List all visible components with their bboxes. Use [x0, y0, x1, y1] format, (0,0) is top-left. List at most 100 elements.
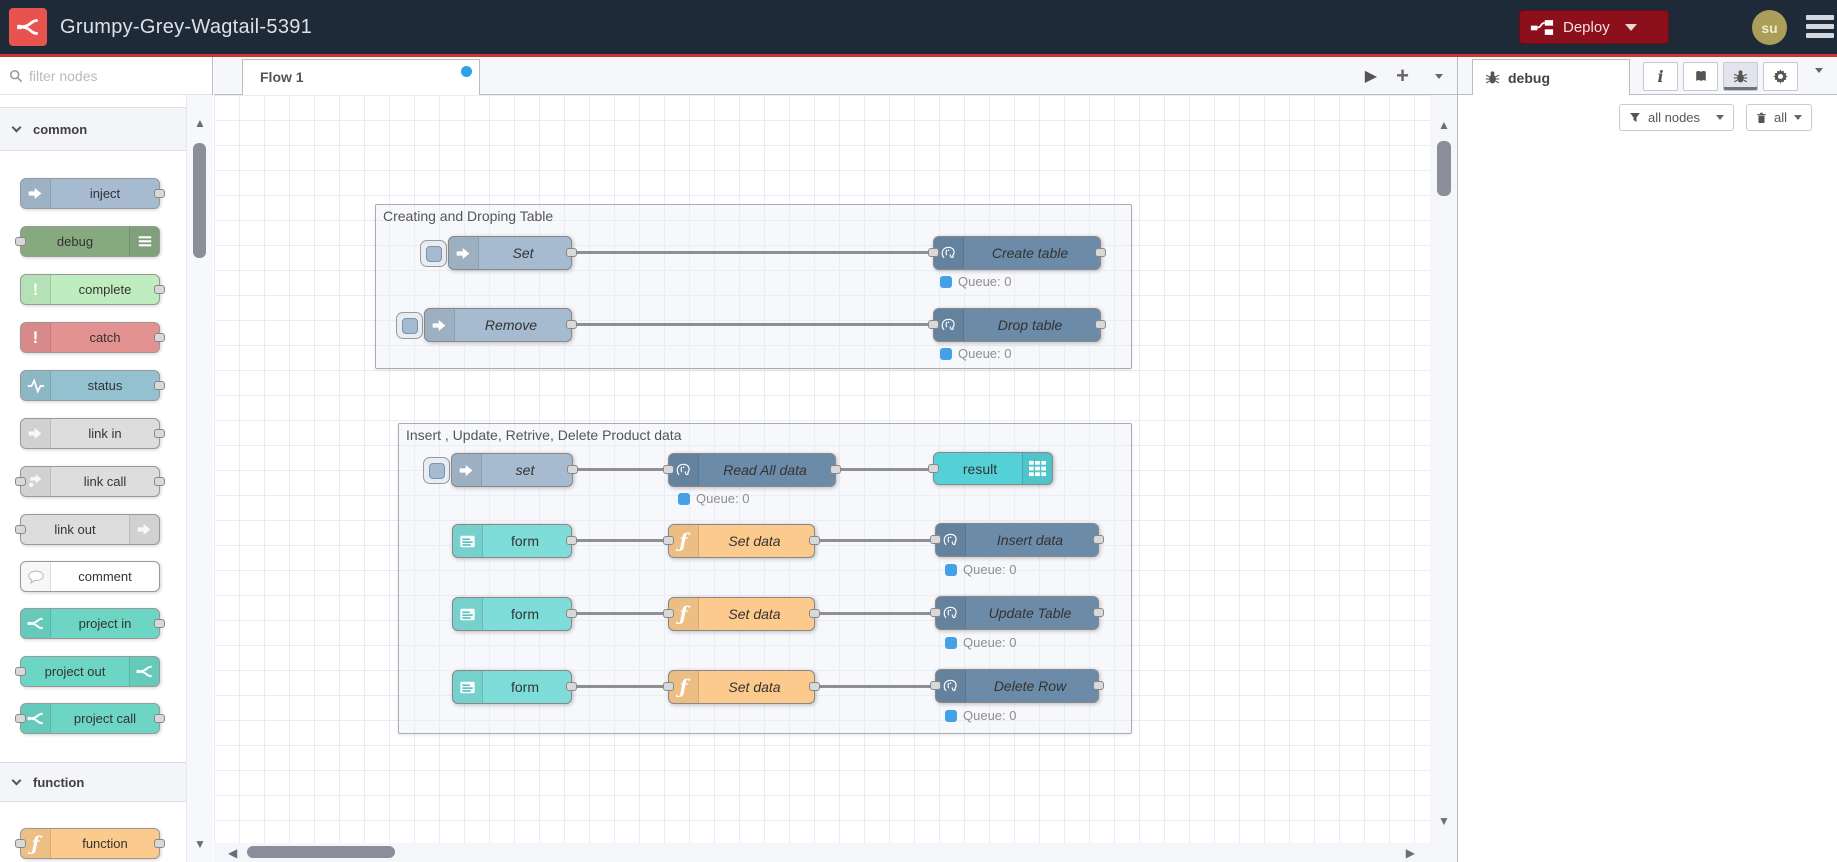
node-set-data-1[interactable]: ƒ Set data: [663, 524, 820, 558]
user-avatar[interactable]: su: [1752, 10, 1787, 45]
output-port[interactable]: [154, 838, 165, 848]
output-port[interactable]: [154, 284, 165, 294]
palette-item-comment[interactable]: comment: [20, 561, 160, 592]
debug-tab-button[interactable]: [1723, 62, 1758, 91]
scroll-right-icon[interactable]: ▶: [1406, 847, 1415, 859]
palette-item-complete[interactable]: ! complete: [20, 274, 165, 305]
output-port[interactable]: [566, 248, 577, 257]
palette-item-function[interactable]: ƒ function: [15, 828, 165, 859]
input-port[interactable]: [928, 320, 939, 329]
palette-scrollbar[interactable]: ▲ ▼: [186, 95, 213, 862]
next-tab-button[interactable]: ▶: [1365, 57, 1377, 95]
palette-category-common[interactable]: common: [0, 107, 186, 151]
scroll-thumb[interactable]: [1437, 141, 1451, 196]
node-form-3[interactable]: form: [452, 670, 577, 704]
node-update-table[interactable]: Update Table: [930, 596, 1104, 630]
input-port[interactable]: [930, 608, 941, 617]
deploy-button[interactable]: Deploy: [1519, 10, 1669, 44]
output-port[interactable]: [830, 465, 841, 474]
node-set-data-3[interactable]: ƒ Set data: [663, 670, 820, 704]
palette-item-link-out[interactable]: link out: [15, 514, 160, 545]
input-port[interactable]: [15, 666, 26, 676]
input-port[interactable]: [15, 524, 26, 534]
output-port[interactable]: [809, 536, 820, 545]
output-port[interactable]: [566, 682, 577, 691]
input-port[interactable]: [663, 536, 674, 545]
node-inject-remove[interactable]: Remove: [424, 308, 577, 342]
output-port[interactable]: [566, 320, 577, 329]
wire[interactable]: [576, 251, 934, 254]
canvas-horizontal-scrollbar[interactable]: ◀ ▶: [214, 843, 1457, 862]
scroll-up-icon[interactable]: ▲: [1438, 119, 1450, 131]
flow-list-chevron-icon[interactable]: [1435, 57, 1443, 95]
scroll-left-icon[interactable]: ◀: [228, 847, 237, 859]
wire[interactable]: [815, 539, 937, 542]
output-port[interactable]: [154, 380, 165, 390]
input-port[interactable]: [928, 248, 939, 257]
output-port[interactable]: [566, 609, 577, 618]
debug-clear-button[interactable]: all: [1746, 104, 1812, 131]
output-port[interactable]: [1093, 681, 1104, 690]
palette-item-project-in[interactable]: project in: [20, 608, 165, 639]
input-port[interactable]: [15, 838, 26, 848]
input-port[interactable]: [663, 609, 674, 618]
output-port[interactable]: [154, 713, 165, 723]
input-port[interactable]: [663, 465, 674, 474]
wire[interactable]: [815, 685, 937, 688]
output-port[interactable]: [1093, 608, 1104, 617]
output-port[interactable]: [154, 428, 165, 438]
output-port[interactable]: [809, 609, 820, 618]
node-result-table[interactable]: result: [928, 452, 1053, 485]
palette-category-function[interactable]: function: [0, 762, 186, 802]
inject-button[interactable]: [423, 457, 450, 484]
palette-scroll-thumb[interactable]: [193, 143, 206, 258]
sidebar-tab-debug[interactable]: debug: [1472, 59, 1630, 95]
flow-grid[interactable]: Creating and Droping Table Insert , Upda…: [214, 95, 1457, 862]
input-port[interactable]: [928, 463, 939, 473]
wire[interactable]: [815, 612, 937, 615]
input-port[interactable]: [930, 681, 941, 690]
output-port[interactable]: [154, 476, 165, 486]
node-read-all-data[interactable]: Read All data: [663, 453, 841, 487]
node-create-table[interactable]: Create table: [928, 236, 1106, 270]
scroll-thumb[interactable]: [247, 846, 395, 858]
group-create-drop-table[interactable]: Creating and Droping Table: [375, 204, 1132, 369]
node-drop-table[interactable]: Drop table: [928, 308, 1106, 342]
input-port[interactable]: [15, 236, 26, 246]
help-tab-button[interactable]: [1683, 62, 1718, 91]
wire[interactable]: [572, 612, 670, 615]
node-delete-row[interactable]: Delete Row: [930, 669, 1104, 703]
sidebar-options-chevron-icon[interactable]: [1815, 68, 1823, 91]
deploy-options-chevron-icon[interactable]: [1624, 23, 1637, 31]
node-set-data-2[interactable]: ƒ Set data: [663, 597, 820, 631]
palette-item-inject[interactable]: inject: [20, 178, 165, 209]
canvas-vertical-scrollbar[interactable]: ▲ ▼: [1430, 95, 1457, 843]
palette-item-link-in[interactable]: link in: [20, 418, 165, 449]
add-flow-button[interactable]: +: [1396, 57, 1409, 95]
node-form-2[interactable]: form: [452, 597, 577, 631]
main-menu-button[interactable]: [1806, 15, 1834, 42]
node-form-1[interactable]: form: [452, 524, 577, 558]
output-port[interactable]: [154, 618, 165, 628]
wire[interactable]: [574, 468, 672, 471]
output-port[interactable]: [567, 465, 578, 474]
output-port[interactable]: [566, 536, 577, 545]
output-port[interactable]: [1095, 248, 1106, 257]
info-tab-button[interactable]: i: [1643, 62, 1678, 91]
wire[interactable]: [576, 323, 934, 326]
palette-item-project-call[interactable]: project call: [15, 703, 165, 734]
palette-search[interactable]: [0, 57, 212, 95]
scroll-down-icon[interactable]: ▼: [194, 838, 206, 850]
palette-item-status[interactable]: status: [20, 370, 165, 401]
output-port[interactable]: [1093, 535, 1104, 544]
input-port[interactable]: [663, 682, 674, 691]
palette-item-project-out[interactable]: project out: [15, 656, 160, 687]
output-port[interactable]: [154, 188, 165, 198]
node-inject-set[interactable]: Set: [448, 236, 577, 270]
settings-tab-button[interactable]: [1763, 62, 1798, 91]
scroll-down-icon[interactable]: ▼: [1438, 815, 1450, 827]
inject-button[interactable]: [396, 312, 423, 339]
palette-item-catch[interactable]: ! catch: [20, 322, 165, 353]
output-port[interactable]: [809, 682, 820, 691]
node-inject-set-lower[interactable]: set: [451, 453, 578, 487]
